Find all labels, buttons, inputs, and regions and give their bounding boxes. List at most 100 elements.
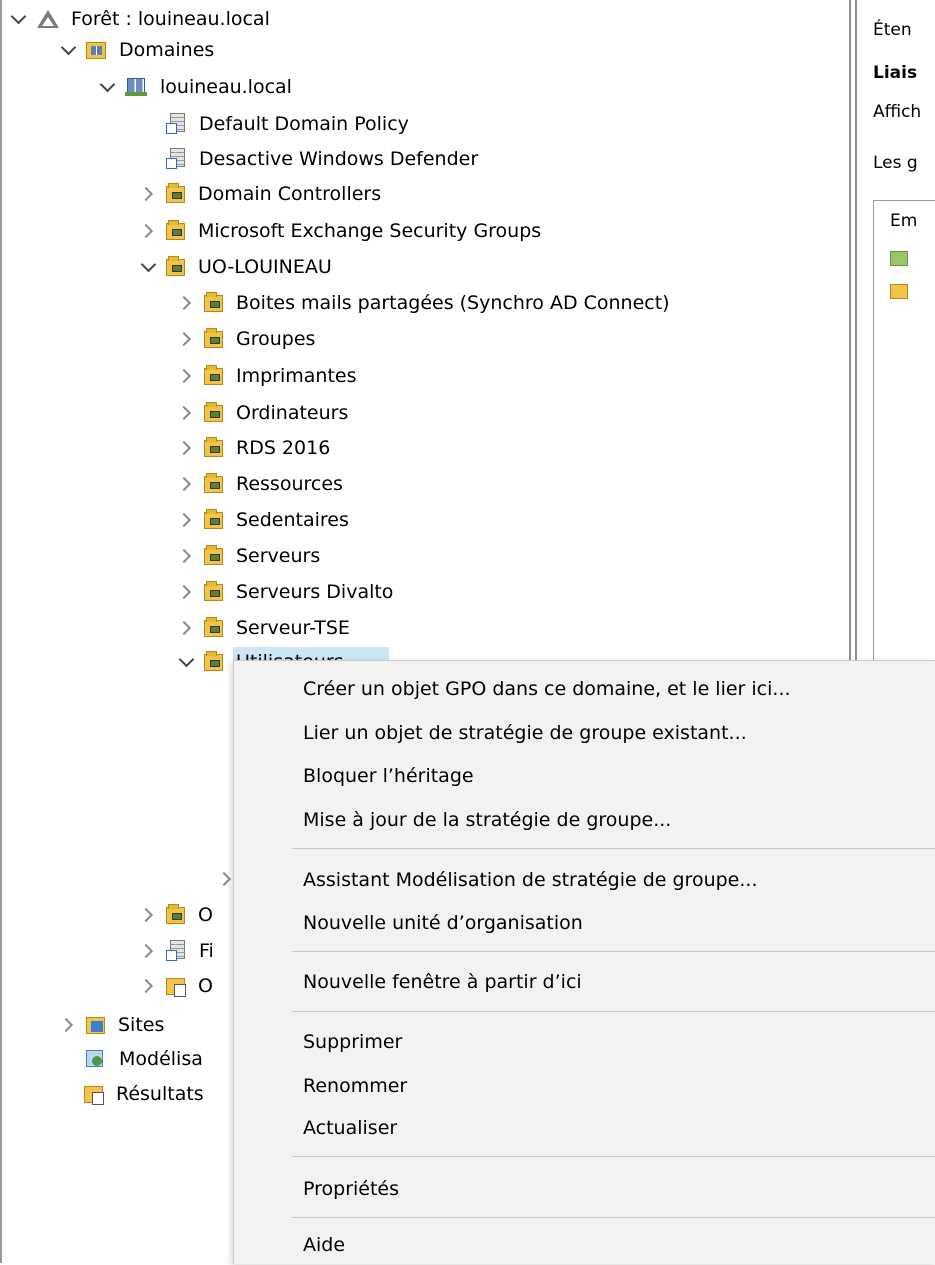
- objects-icon: [166, 977, 186, 997]
- menu-item-create-gpo[interactable]: Créer un objet GPO dans ce domaine, et l…: [234, 669, 935, 709]
- ou-folder-icon: [204, 650, 223, 671]
- chevron-right-icon[interactable]: [176, 324, 198, 354]
- tree-node-gpo-link[interactable]: Desactive Windows Defender: [138, 142, 481, 176]
- menu-item-new-window[interactable]: Nouvelle fenêtre à partir d’ici: [234, 962, 935, 1002]
- details-list[interactable]: [873, 200, 935, 662]
- tree-node-ou[interactable]: Boites mails partagées (Synchro AD Conne…: [176, 286, 673, 320]
- menu-item-refresh[interactable]: Actualiser: [234, 1108, 935, 1148]
- details-display-label: Affich: [873, 102, 922, 122]
- chevron-right-icon[interactable]: [176, 577, 198, 607]
- details-info-text: Les g: [873, 153, 918, 173]
- domain-icon: [125, 76, 147, 98]
- tree-node-gpo-link[interactable]: Default Domain Policy: [138, 107, 412, 141]
- tree-node-ou[interactable]: Microsoft Exchange Security Groups: [138, 214, 544, 248]
- tree-node-modeling[interactable]: Modélisa: [72, 1042, 233, 1076]
- chevron-right-icon[interactable]: [176, 433, 198, 463]
- tree-node-label: Ressources: [236, 473, 343, 495]
- chevron-right-icon[interactable]: [176, 613, 198, 643]
- chevron-right-icon[interactable]: [176, 398, 198, 428]
- chevron-right-icon[interactable]: [176, 541, 198, 571]
- tree-node-label: Résultats: [116, 1083, 204, 1105]
- menu-item-delete[interactable]: Supprimer: [234, 1022, 935, 1062]
- chevron-down-icon[interactable]: [58, 35, 80, 65]
- tree-node-partial[interactable]: O: [138, 969, 233, 1003]
- chevron-down-icon[interactable]: [97, 72, 119, 102]
- menu-item-new-ou[interactable]: Nouvelle unité d’organisation: [234, 903, 935, 943]
- chevron-right-icon[interactable]: [58, 1010, 80, 1040]
- results-icon: [84, 1085, 104, 1105]
- menu-item-rename[interactable]: Renommer: [234, 1066, 935, 1106]
- domain-mini-icon: [890, 251, 908, 266]
- chevron-right-icon[interactable]: [138, 971, 160, 1001]
- tree-node-ou[interactable]: Sedentaires: [176, 503, 352, 537]
- tree-node-ou[interactable]: Serveurs: [176, 539, 323, 573]
- ou-folder-icon: [166, 255, 185, 276]
- tree-node-uo-root[interactable]: UO-LOUINEAU: [138, 250, 335, 284]
- chevron-right-icon[interactable]: [138, 900, 160, 930]
- tree-node-ou[interactable]: RDS 2016: [176, 431, 333, 465]
- tree-node-partial[interactable]: Fi: [138, 934, 233, 968]
- chevron-down-icon[interactable]: [138, 252, 160, 282]
- tree-node-results[interactable]: Résultats: [72, 1077, 233, 1111]
- chevron-down-icon[interactable]: [8, 4, 30, 34]
- tree-node-sites[interactable]: Sites: [58, 1008, 233, 1042]
- menu-separator: [292, 1156, 935, 1157]
- tree-node-label: O: [198, 904, 213, 926]
- menu-item-modeling-wizard[interactable]: Assistant Modélisation de stratégie de g…: [234, 860, 935, 900]
- ou-folder-icon: [204, 580, 223, 601]
- tree-node-label: Forêt : louineau.local: [71, 8, 270, 30]
- chevron-right-icon[interactable]: [176, 361, 198, 391]
- sites-icon: [86, 1016, 105, 1034]
- ou-folder-icon: [204, 508, 223, 529]
- chevron-right-icon[interactable]: [138, 936, 160, 966]
- tree-node-ou[interactable]: Imprimantes: [176, 359, 360, 393]
- tree-node-label: Serveur-TSE: [236, 617, 350, 639]
- chevron-down-icon[interactable]: [176, 647, 198, 677]
- filter-icon: [166, 940, 186, 962]
- ou-folder-icon: [166, 182, 185, 203]
- ou-folder-icon: [204, 436, 223, 457]
- tree-node-label: Serveurs Divalto: [236, 581, 394, 603]
- chevron-right-icon[interactable]: [176, 505, 198, 535]
- ou-folder-icon: [204, 327, 223, 348]
- tree-node-label: Groupes: [236, 328, 316, 350]
- details-scope-label: Éten: [873, 20, 912, 40]
- chevron-right-icon[interactable]: [176, 469, 198, 499]
- menu-item-link-existing-gpo[interactable]: Lier un objet de stratégie de groupe exi…: [234, 713, 935, 753]
- tree-node-ou[interactable]: Serveurs Divalto: [176, 575, 396, 609]
- menu-item-group-policy-update[interactable]: Mise à jour de la stratégie de groupe...: [234, 800, 935, 840]
- menu-separator: [292, 1217, 935, 1218]
- menu-item-properties[interactable]: Propriétés: [234, 1169, 935, 1209]
- tree-node-ou[interactable]: Serveur-TSE: [176, 611, 353, 645]
- tree-node-label: O: [198, 975, 213, 997]
- chevron-right-icon[interactable]: [176, 288, 198, 318]
- ou-folder-icon: [204, 401, 223, 422]
- ou-folder-icon: [166, 219, 185, 240]
- ou-folder-icon: [166, 903, 185, 924]
- tree-node-label: Ordinateurs: [236, 402, 349, 424]
- tree-node-label: Microsoft Exchange Security Groups: [198, 220, 542, 242]
- tree-node-label: louineau.local: [160, 76, 292, 98]
- tree-node-forest[interactable]: Forêt : louineau.local: [8, 2, 273, 36]
- tree-node-ou[interactable]: Ressources: [176, 467, 346, 501]
- tree-node-hidden[interactable]: [216, 862, 234, 896]
- chevron-right-icon[interactable]: [138, 216, 160, 246]
- ou-folder-icon: [204, 616, 223, 637]
- tree-node-ou[interactable]: Ordinateurs: [176, 396, 351, 430]
- tree-node-label: Modélisa: [119, 1048, 203, 1070]
- tree-node-label: RDS 2016: [236, 437, 331, 459]
- ou-folder-icon: [204, 291, 223, 312]
- tree-node-label: Imprimantes: [236, 365, 357, 387]
- chevron-right-icon[interactable]: [138, 179, 160, 209]
- ou-folder-icon: [204, 544, 223, 565]
- tree-node-domain[interactable]: louineau.local: [97, 70, 295, 104]
- domains-folder-icon: [86, 41, 106, 59]
- tree-node-partial[interactable]: O: [138, 898, 233, 932]
- menu-item-block-inheritance[interactable]: Bloquer l’héritage: [234, 756, 935, 796]
- tree-node-ou[interactable]: Groupes: [176, 322, 318, 356]
- details-column-header[interactable]: Em: [890, 211, 917, 231]
- tree-node-domaines[interactable]: Domaines: [58, 33, 217, 67]
- chevron-right-icon[interactable]: [216, 864, 228, 894]
- menu-item-help[interactable]: Aide: [234, 1225, 935, 1265]
- tree-node-ou[interactable]: Domain Controllers: [138, 177, 384, 211]
